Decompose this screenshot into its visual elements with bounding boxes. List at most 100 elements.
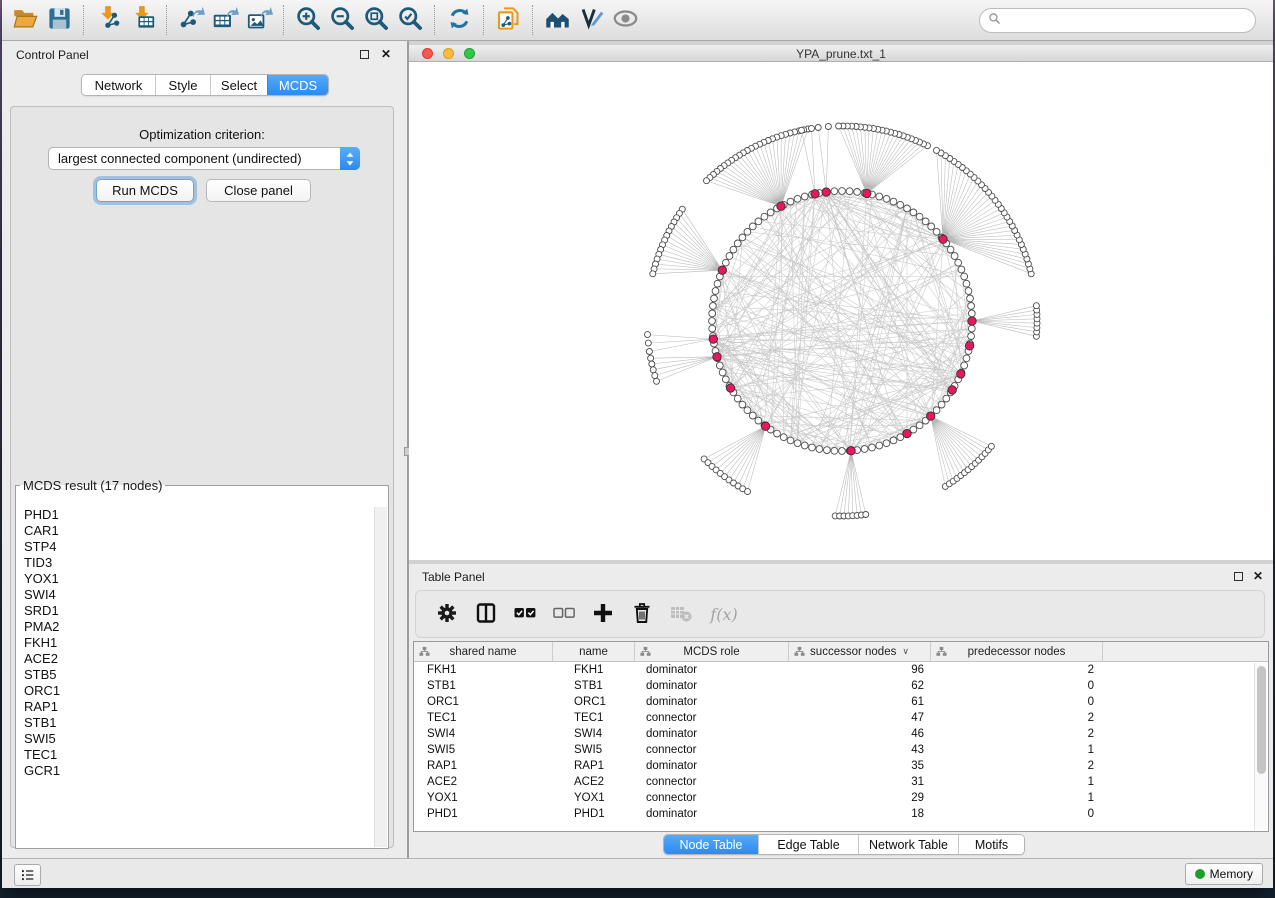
column-header-MCDS-role[interactable]: MCDS role <box>635 642 789 661</box>
network-node[interactable] <box>916 213 923 220</box>
delete-row-button[interactable] <box>629 601 655 627</box>
network-node[interactable] <box>890 198 897 205</box>
network-node[interactable] <box>712 288 719 295</box>
tab-mcds[interactable]: MCDS <box>267 75 328 95</box>
style-pen-button[interactable] <box>574 3 608 37</box>
mcds-node[interactable] <box>726 384 734 392</box>
mcds-node[interactable] <box>968 317 976 325</box>
network-node[interactable] <box>794 440 801 447</box>
network-node[interactable] <box>967 295 974 302</box>
network-node[interactable] <box>761 213 768 220</box>
mcds-result-item[interactable]: PHD1 <box>17 507 374 523</box>
network-node[interactable] <box>709 318 716 325</box>
mcds-result-item[interactable]: PMA2 <box>17 619 374 635</box>
mcds-result-item[interactable]: GCR1 <box>17 763 374 779</box>
network-node[interactable] <box>650 271 656 277</box>
close-panel-button[interactable]: Close panel <box>206 179 311 202</box>
network-node[interactable] <box>965 288 972 295</box>
table-row[interactable]: ACE2ACE2connector311 <box>414 774 1268 790</box>
tab-motifs[interactable]: Motifs <box>958 835 1024 854</box>
search-input[interactable] <box>1006 14 1255 28</box>
network-node[interactable] <box>809 444 816 451</box>
run-mcds-button[interactable]: Run MCDS <box>96 179 194 202</box>
network-node[interactable] <box>711 295 718 302</box>
network-node[interactable] <box>794 195 801 202</box>
mcds-node[interactable] <box>965 342 973 350</box>
table-row[interactable]: SWI4SWI4dominator462 <box>414 726 1268 742</box>
network-node[interactable] <box>836 123 842 129</box>
mcds-node[interactable] <box>927 412 935 420</box>
network-node[interactable] <box>968 333 975 340</box>
tab-style[interactable]: Style <box>155 75 210 95</box>
network-node[interactable] <box>709 310 716 317</box>
network-node[interactable] <box>839 448 846 455</box>
import-network-button[interactable] <box>91 3 125 37</box>
network-node[interactable] <box>963 355 970 362</box>
network-node[interactable] <box>961 362 968 369</box>
table-settings-button[interactable] <box>434 601 460 627</box>
float-panel-icon[interactable] <box>360 50 369 59</box>
network-node[interactable] <box>755 218 762 225</box>
network-node[interactable] <box>938 401 945 408</box>
network-node[interactable] <box>897 201 904 208</box>
mcds-result-item[interactable]: RAP1 <box>17 699 374 715</box>
network-node[interactable] <box>654 378 660 384</box>
network-node[interactable] <box>648 355 654 361</box>
network-node[interactable] <box>846 188 853 195</box>
export-network-button[interactable] <box>174 3 208 37</box>
network-node[interactable] <box>787 198 794 205</box>
zoom-in-button[interactable] <box>291 3 325 37</box>
table-float-icon[interactable] <box>1234 572 1243 581</box>
network-node[interactable] <box>650 367 656 373</box>
import-table-button[interactable] <box>125 3 159 37</box>
network-node[interactable] <box>947 246 954 253</box>
table-close-icon[interactable]: ✕ <box>1253 569 1263 583</box>
network-node[interactable] <box>744 407 751 414</box>
mcds-result-item[interactable]: SWI5 <box>17 731 374 747</box>
mcds-result-item[interactable]: ACE2 <box>17 651 374 667</box>
clone-network-button[interactable] <box>491 3 525 37</box>
network-node[interactable] <box>787 437 794 444</box>
network-node[interactable] <box>739 234 746 241</box>
network-node[interactable] <box>922 218 929 225</box>
zoom-fit-button[interactable] <box>359 3 393 37</box>
network-node[interactable] <box>968 310 975 317</box>
network-node[interactable] <box>816 446 823 453</box>
mcds-result-item[interactable]: CAR1 <box>17 523 374 539</box>
network-node[interactable] <box>824 447 831 454</box>
mcds-result-item[interactable]: STB5 <box>17 667 374 683</box>
tab-network[interactable]: Network <box>82 75 155 95</box>
houses-button[interactable] <box>540 3 574 37</box>
save-button[interactable] <box>42 3 76 37</box>
network-node[interactable] <box>910 209 917 216</box>
mcds-node[interactable] <box>903 429 911 437</box>
network-node[interactable] <box>749 412 756 419</box>
network-node[interactable] <box>904 205 911 212</box>
export-table-button[interactable] <box>208 3 242 37</box>
task-history-button[interactable] <box>14 864 41 886</box>
network-node[interactable] <box>809 125 815 131</box>
mcds-node[interactable] <box>718 266 726 274</box>
network-node[interactable] <box>854 189 861 196</box>
network-node[interactable] <box>799 127 805 133</box>
table-row[interactable]: PHD1PHD1dominator180 <box>414 806 1268 822</box>
mcds-node[interactable] <box>777 202 785 210</box>
network-node[interactable] <box>951 253 958 260</box>
column-header-predecessor-nodes[interactable]: predecessor nodes <box>931 642 1103 661</box>
network-node[interactable] <box>722 259 729 266</box>
mcds-node[interactable] <box>709 335 717 343</box>
tab-select[interactable]: Select <box>210 75 267 95</box>
network-node[interactable] <box>831 188 838 195</box>
table-row[interactable]: SWI5SWI5connector431 <box>414 742 1268 758</box>
result-list-scrollbar[interactable] <box>374 507 387 847</box>
network-node[interactable] <box>955 259 962 266</box>
mcds-result-item[interactable]: SRD1 <box>17 603 374 619</box>
network-node[interactable] <box>943 395 950 402</box>
network-node[interactable] <box>709 325 716 332</box>
network-node[interactable] <box>734 395 741 402</box>
network-node[interactable] <box>719 369 726 376</box>
tab-network-table[interactable]: Network Table <box>858 835 958 854</box>
network-node[interactable] <box>883 195 890 202</box>
show-columns-button[interactable] <box>473 601 499 627</box>
network-node[interactable] <box>883 440 890 447</box>
